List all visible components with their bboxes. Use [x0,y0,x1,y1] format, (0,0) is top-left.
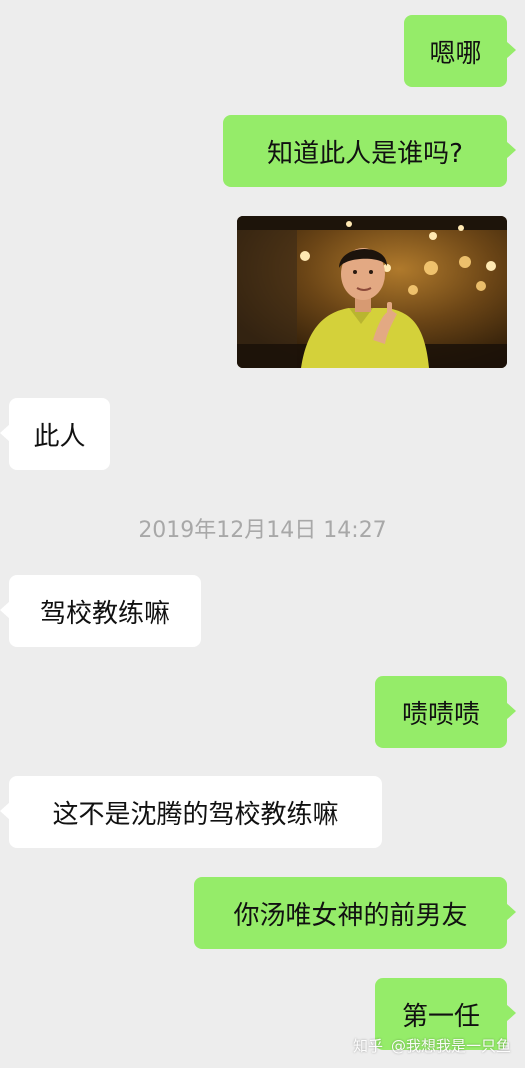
watermark-user: @我想我是一只鱼 [390,1037,511,1055]
message-row: 知道此人是谁吗? [0,115,525,187]
incoming-message-bubble[interactable]: 此人 [0,398,110,470]
message-row: 此人 [0,398,525,470]
message-row: 嗯哪 [0,15,525,87]
timestamp: 2019年12月14日 14:27 [138,518,387,543]
outgoing-message-bubble[interactable]: 知道此人是谁吗? [223,115,516,187]
outgoing-message-bubble[interactable]: 啧啧啧 [375,676,516,748]
message-text: 此人 [33,421,86,452]
message-text: 驾校教练嘛 [39,598,170,629]
message-row: 这不是沈腾的驾校教练嘛 [0,776,525,848]
chat-area[interactable]: 嗯哪 知道此人是谁吗? 此人 2019年12月14日 14:27 驾校教练嘛 啧… [0,0,525,1068]
message-text: 啧啧啧 [401,699,480,730]
outgoing-message-bubble[interactable]: 你汤唯女神的前男友 [194,877,516,949]
incoming-message-bubble[interactable]: 这不是沈腾的驾校教练嘛 [0,776,382,848]
watermark: 知乎 @我想我是一只鱼 [353,1035,511,1056]
message-row: 驾校教练嘛 [0,575,525,647]
message-text: 第一任 [401,1001,480,1032]
outgoing-message-bubble[interactable]: 嗯哪 [404,15,516,87]
message-text: 你汤唯女神的前男友 [233,900,468,931]
photo-thumbnail [237,216,507,368]
watermark-site: 知乎 [352,1037,383,1055]
message-text: 知道此人是谁吗? [267,138,463,169]
image-message[interactable] [237,216,507,368]
message-row: 你汤唯女神的前男友 [0,877,525,949]
message-row: 啧啧啧 [0,676,525,748]
incoming-message-bubble[interactable]: 驾校教练嘛 [0,575,201,647]
message-text: 这不是沈腾的驾校教练嘛 [52,799,339,830]
message-text: 嗯哪 [429,38,482,69]
